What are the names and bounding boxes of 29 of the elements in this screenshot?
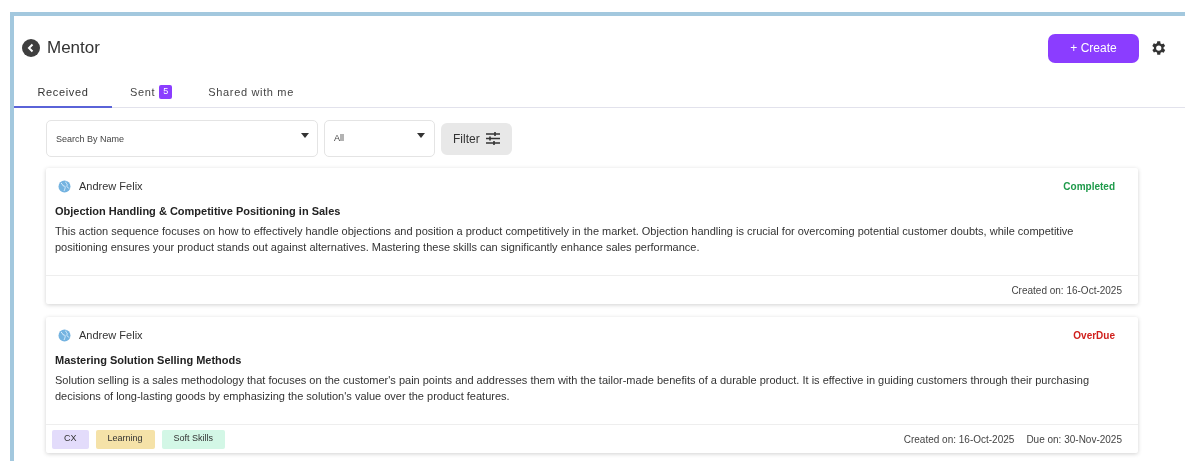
back-icon[interactable] (22, 39, 40, 57)
dropdown-caret-icon (417, 133, 425, 138)
tab[interactable]: Shared with me (190, 78, 312, 108)
status-select[interactable]: All (324, 120, 435, 157)
tag: Soft Skills (161, 429, 226, 449)
dropdown-caret-icon (301, 133, 309, 138)
author-name: Andrew Felix (79, 328, 143, 343)
author-name: Andrew Felix (79, 179, 143, 194)
status-label: OverDue (1073, 328, 1115, 343)
card-description: Solution selling is a sales methodology that focuses on the customer's pain points and addresses them with the tailor-made benefits of a durable product. It is effective in guiding customers through their purchasing decisions of long-lasting goods by emphasizing the solution's value over the product features. (55, 373, 1091, 404)
date-text: Created on: 16-Oct-2025 (903, 432, 1015, 447)
status-label: Completed (1063, 179, 1115, 194)
globe-icon (58, 179, 71, 193)
card-title: Objection Handling & Competitive Positioning in Sales (55, 203, 342, 219)
card-title: Mastering Solution Selling Methods (55, 352, 243, 368)
search-field[interactable]: Search By Name (46, 120, 318, 157)
count-badge: 5 (159, 85, 173, 99)
date-text: Due on: 30-Nov-2025 (1026, 432, 1122, 447)
filter-button[interactable]: Filter (441, 122, 512, 155)
tab[interactable]: Sent 5 (112, 78, 191, 108)
card-description: This action sequence focuses on how to effectively handle objections and position a product competitively in the market. Objection handling is crucial for overcoming potential customer doubts, while competitive positioning ensures your product stands out against alternatives. Mastering these skills can significantly enhance sales performance. (55, 224, 1075, 255)
globe-icon (58, 328, 71, 342)
date-text: Created on: 16-Oct-2025 (1011, 283, 1122, 298)
sliders-icon (485, 132, 500, 145)
tab[interactable]: Received (14, 78, 112, 108)
tag: Learning (95, 429, 155, 449)
create-button[interactable]: + Create (1048, 33, 1139, 63)
page-title: Mentor (47, 37, 100, 60)
tag: CX (52, 429, 89, 449)
